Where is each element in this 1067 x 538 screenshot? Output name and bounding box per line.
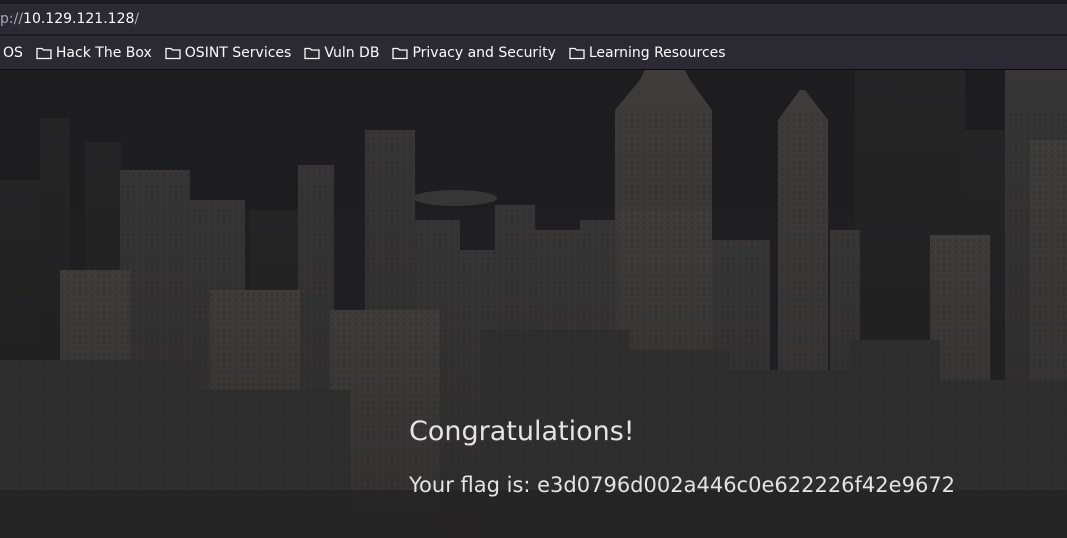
bookmark-os[interactable]: OS (3, 41, 23, 65)
bookmark-label: OS (3, 44, 23, 61)
bookmarks-toolbar: OS Hack The Box OSINT Services Vuln DB P… (0, 36, 1067, 70)
bookmark-folder-osint-services[interactable]: OSINT Services (165, 41, 292, 65)
bookmark-label: Learning Resources (588, 44, 726, 61)
folder-icon (36, 47, 52, 59)
url-bar: p://10.129.121.128/ (0, 0, 1067, 36)
bookmark-folder-vuln-db[interactable]: Vuln DB (304, 41, 379, 65)
bookmark-folder-privacy-security[interactable]: Privacy and Security (392, 41, 556, 65)
flag-text: Your flag is: e3d0796d002a446c0e622226f4… (409, 473, 956, 497)
folder-icon (392, 47, 409, 59)
bookmark-label: Privacy and Security (412, 44, 556, 61)
folder-icon (569, 47, 585, 59)
bookmark-folder-hack-the-box[interactable]: Hack The Box (36, 41, 152, 65)
bookmark-label: Vuln DB (324, 44, 380, 61)
folder-icon (304, 47, 320, 59)
congratulations-heading: Congratulations! (409, 416, 635, 447)
url-scheme: p:// (0, 11, 24, 27)
bookmark-folder-learning-resources[interactable]: Learning Resources (569, 41, 726, 65)
address-field[interactable]: p://10.129.121.128/ (0, 4, 1067, 34)
url-path: / (134, 11, 140, 27)
bookmark-label: OSINT Services (184, 44, 292, 61)
page-viewport: Congratulations! Your flag is: e3d0796d0… (0, 70, 1067, 538)
dark-overlay (0, 70, 1067, 538)
url-host: 10.129.121.128 (23, 11, 135, 27)
bookmark-label: Hack The Box (55, 44, 152, 61)
folder-icon (165, 47, 181, 59)
